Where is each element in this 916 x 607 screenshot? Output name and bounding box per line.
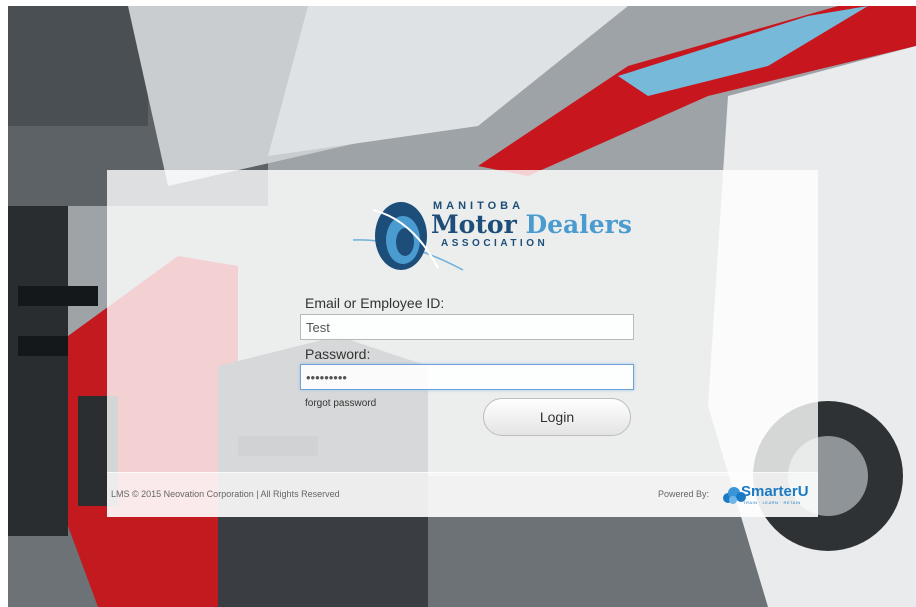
brand-word-dealers: Dealers <box>525 210 632 239</box>
login-button[interactable]: Login <box>483 398 631 436</box>
email-label: Email or Employee ID: <box>305 295 445 311</box>
brand-name: Motor Dealers <box>431 210 632 239</box>
login-panel: MANITOBA Motor Dealers ASSOCIATION Email… <box>107 170 818 517</box>
password-label: Password: <box>305 346 371 362</box>
provider-tagline: TRAIN · LEARN · RETAIN <box>743 500 801 505</box>
panel-footer: LMS © 2015 Neovation Corporation | All R… <box>107 472 818 517</box>
email-field[interactable] <box>300 314 634 340</box>
powered-by-label: Powered By: <box>658 489 710 499</box>
brand-line-association: ASSOCIATION <box>441 238 549 249</box>
password-field[interactable] <box>300 364 634 390</box>
provider-name[interactable]: SmarterU <box>741 483 809 500</box>
forgot-password-link[interactable]: forgot password <box>305 398 376 409</box>
brand-word-motor: Motor <box>431 210 517 239</box>
copyright-text: LMS © 2015 Neovation Corporation | All R… <box>111 489 340 499</box>
